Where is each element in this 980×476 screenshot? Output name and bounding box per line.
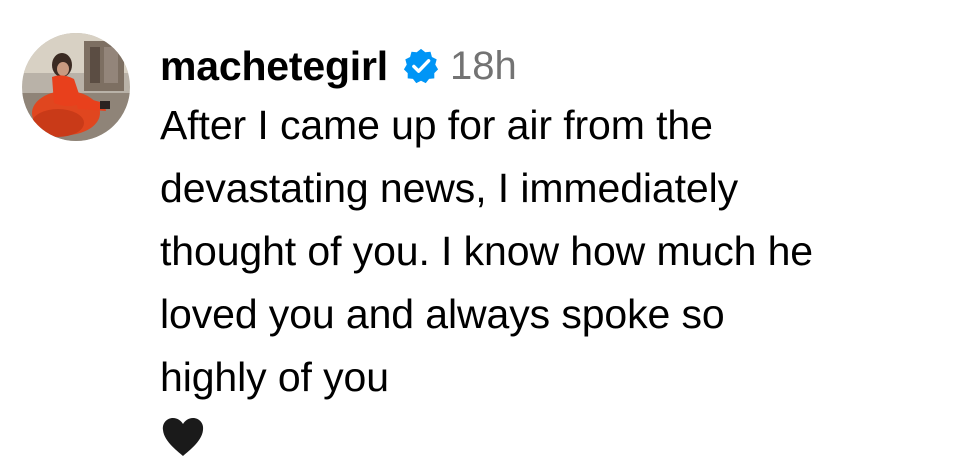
comment-text-line: devastating news, I immediately [160,165,739,211]
comment-item: machetegirl 18h After I came up for air … [0,0,980,476]
comment-text-line: highly of you [160,354,389,400]
comment-text-line: After I came up for air from the [160,102,713,148]
black-heart-icon [160,416,206,458]
comment-text-line: thought of you. I know how much he [160,228,814,274]
comment-content: machetegirl 18h After I came up for air … [160,38,972,465]
timestamp: 18h [449,44,517,88]
comment-text: After I came up for air from the devasta… [160,94,972,409]
comment-text-line: loved you and always spoke so [160,291,725,337]
avatar-photo [22,33,130,141]
avatar[interactable] [22,33,130,141]
username-link[interactable]: machetegirl [160,45,388,87]
verified-badge-icon [402,47,440,85]
emoji-row [160,409,972,465]
comment-header: machetegirl 18h [160,38,972,94]
